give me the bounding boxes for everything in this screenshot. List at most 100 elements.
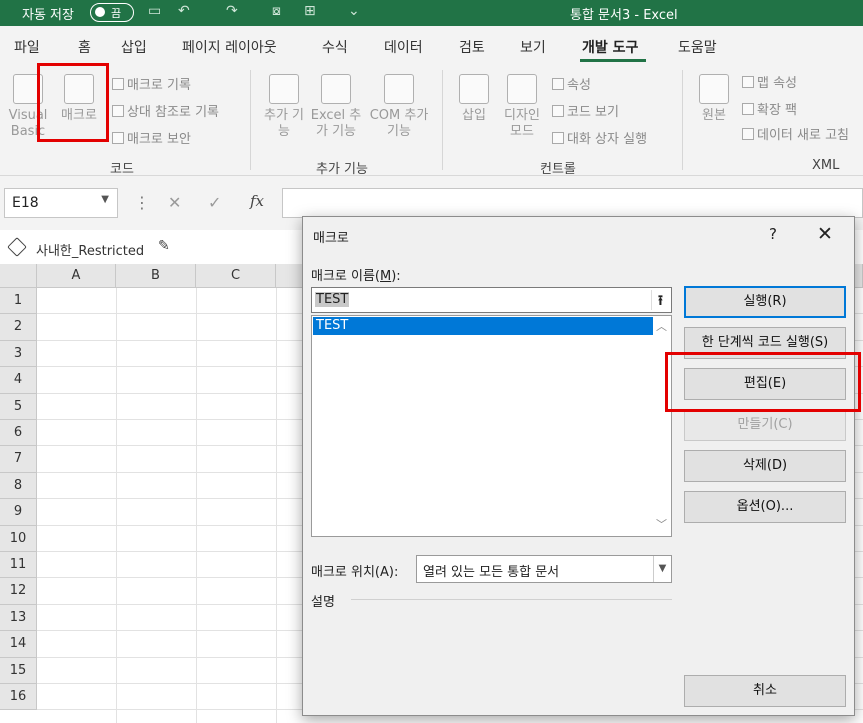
row-header[interactable]: 2: [0, 314, 37, 341]
row-header[interactable]: 13: [0, 604, 37, 632]
name-box[interactable]: E18 ▼: [4, 188, 118, 218]
autosave-toggle[interactable]: 끔: [90, 3, 134, 22]
row-header[interactable]: 5: [0, 393, 37, 420]
refresh-icon: [742, 128, 754, 140]
com-addins-button[interactable]: COM 추가 기능: [368, 74, 430, 140]
row-header[interactable]: 9: [0, 499, 37, 526]
name-box-value: E18: [12, 195, 39, 211]
cancel-button[interactable]: 취소: [684, 675, 846, 707]
group-separator: [442, 70, 443, 170]
options-button[interactable]: 옵션(O)...: [684, 491, 846, 523]
list-scrollbar[interactable]: ︿ ﹀: [653, 316, 671, 536]
insert-function-icon[interactable]: fx: [250, 192, 264, 210]
enter-icon[interactable]: ✓: [208, 193, 221, 212]
camera-icon[interactable]: ⧇: [272, 3, 281, 19]
row-header[interactable]: 1: [0, 288, 37, 315]
chevron-down-icon[interactable]: ▼: [653, 556, 671, 582]
highlight-edit-button: [665, 352, 861, 412]
tab-formulas[interactable]: 수식: [322, 37, 348, 57]
run-button[interactable]: 실행(R): [684, 286, 846, 318]
collapse-icon[interactable]: ⭱: [651, 290, 669, 310]
row-header[interactable]: 3: [0, 340, 37, 368]
row-header[interactable]: 16: [0, 684, 37, 711]
column-gridline: [196, 288, 197, 723]
autosave-label: 자동 저장: [22, 8, 74, 23]
row-header[interactable]: 10: [0, 525, 37, 552]
column-header-a[interactable]: A: [37, 264, 116, 288]
macro-list[interactable]: TEST ︿ ﹀: [311, 315, 672, 537]
title-bar: 자동 저장 끔 ▭ ↶ ↷ ⧇ ⊞ ⌄ 통합 문서3 - Excel: [0, 0, 863, 26]
dialog-title: 매크로: [313, 231, 349, 246]
addins-label: 추가 기능: [264, 108, 305, 139]
tab-view[interactable]: 보기: [520, 37, 546, 57]
com-addins-label: COM 추가 기능: [369, 108, 429, 139]
row-header[interactable]: 4: [0, 367, 37, 394]
macro-location-label: 매크로 위치(A):: [311, 565, 399, 580]
close-icon[interactable]: ✕: [817, 223, 833, 245]
addins-button[interactable]: 추가 기능: [264, 74, 304, 140]
macro-location-select[interactable]: 열려 있는 모든 통합 문서 ▼: [416, 555, 672, 583]
redo-icon[interactable]: ↷: [226, 3, 238, 19]
delete-button[interactable]: 삭제(D): [684, 450, 846, 482]
record-macro-button[interactable]: 매크로 기록: [112, 74, 191, 93]
sensitivity-label[interactable]: 사내한_Restricted: [36, 240, 144, 259]
row-header[interactable]: 6: [0, 420, 37, 447]
row-header[interactable]: 7: [0, 446, 37, 473]
cancel-icon[interactable]: ✕: [168, 193, 181, 212]
tab-home[interactable]: 홈: [78, 37, 91, 57]
column-header-b[interactable]: B: [116, 264, 196, 288]
xml-source-button[interactable]: 원본: [694, 74, 734, 124]
hexagon-icon: [269, 74, 299, 104]
insert-control-button[interactable]: 삽입: [454, 74, 494, 124]
warning-icon: [112, 132, 124, 144]
row-header[interactable]: 14: [0, 631, 37, 658]
group-separator: [250, 70, 251, 170]
macro-security-button[interactable]: 매크로 보안: [112, 128, 191, 147]
map-properties-button[interactable]: 맵 속성: [742, 72, 797, 91]
toggle-knob: [95, 7, 105, 17]
ribbon: Visual Basic 매크로 매크로 기록 상대 참조로 기록 매크로 보안…: [0, 64, 863, 177]
customize-qat-icon[interactable]: ⌄: [348, 3, 360, 19]
macro-dialog: 매크로 ? ✕ 매크로 이름(M): TEST ⭱ TEST ︿ ﹀ 실행(R)…: [302, 216, 855, 716]
row-header[interactable]: 12: [0, 578, 37, 605]
help-icon[interactable]: ?: [769, 225, 777, 243]
chevron-down-icon[interactable]: ▼: [101, 194, 109, 205]
scroll-down-icon[interactable]: ﹀: [656, 516, 667, 532]
row-header[interactable]: 15: [0, 657, 37, 684]
source-icon: [699, 74, 729, 104]
save-icon[interactable]: ▭: [148, 3, 161, 19]
run-dialog-button[interactable]: 대화 상자 실행: [552, 128, 647, 147]
view-code-button[interactable]: 코드 보기: [552, 101, 619, 120]
excel-addins-label: Excel 추가 기능: [310, 108, 362, 139]
toolbox-icon: [459, 74, 489, 104]
relative-reference-button[interactable]: 상대 참조로 기록: [112, 101, 219, 120]
design-mode-label: 디자인 모드: [504, 108, 540, 139]
list-item[interactable]: TEST: [313, 317, 653, 335]
tab-insert[interactable]: 삽입: [121, 37, 147, 57]
refresh-data-button[interactable]: 데이터 새로 고침: [742, 124, 849, 143]
properties-button[interactable]: 속성: [552, 74, 591, 93]
scroll-up-icon[interactable]: ︿: [656, 318, 667, 334]
undo-icon[interactable]: ↶: [178, 3, 190, 19]
column-gridline: [116, 288, 117, 723]
macro-name-input[interactable]: TEST ⭱: [311, 287, 672, 313]
tab-review[interactable]: 검토: [459, 37, 485, 57]
excel-addins-button[interactable]: Excel 추가 기능: [306, 74, 366, 140]
refresh-data-label: 데이터 새로 고침: [757, 128, 849, 143]
tab-developer[interactable]: 개발 도구: [582, 37, 638, 57]
macro-name-value: TEST: [315, 292, 350, 307]
tab-page-layout[interactable]: 페이지 레이아웃: [182, 37, 277, 57]
borders-icon[interactable]: ⊞: [304, 3, 316, 19]
expansion-packs-button[interactable]: 확장 팩: [742, 99, 797, 118]
design-mode-button[interactable]: 디자인 모드: [500, 74, 544, 140]
formula-input[interactable]: [282, 188, 863, 218]
pencil-icon[interactable]: ✎: [158, 238, 170, 254]
select-all-corner[interactable]: [0, 264, 37, 288]
tab-help[interactable]: 도움말: [678, 37, 717, 57]
tab-file[interactable]: 파일: [14, 37, 40, 57]
row-header[interactable]: 11: [0, 552, 37, 579]
tab-data[interactable]: 데이터: [384, 37, 423, 57]
column-header-c[interactable]: C: [196, 264, 276, 288]
row-header[interactable]: 8: [0, 472, 37, 500]
highlight-macro-button: [37, 63, 109, 142]
